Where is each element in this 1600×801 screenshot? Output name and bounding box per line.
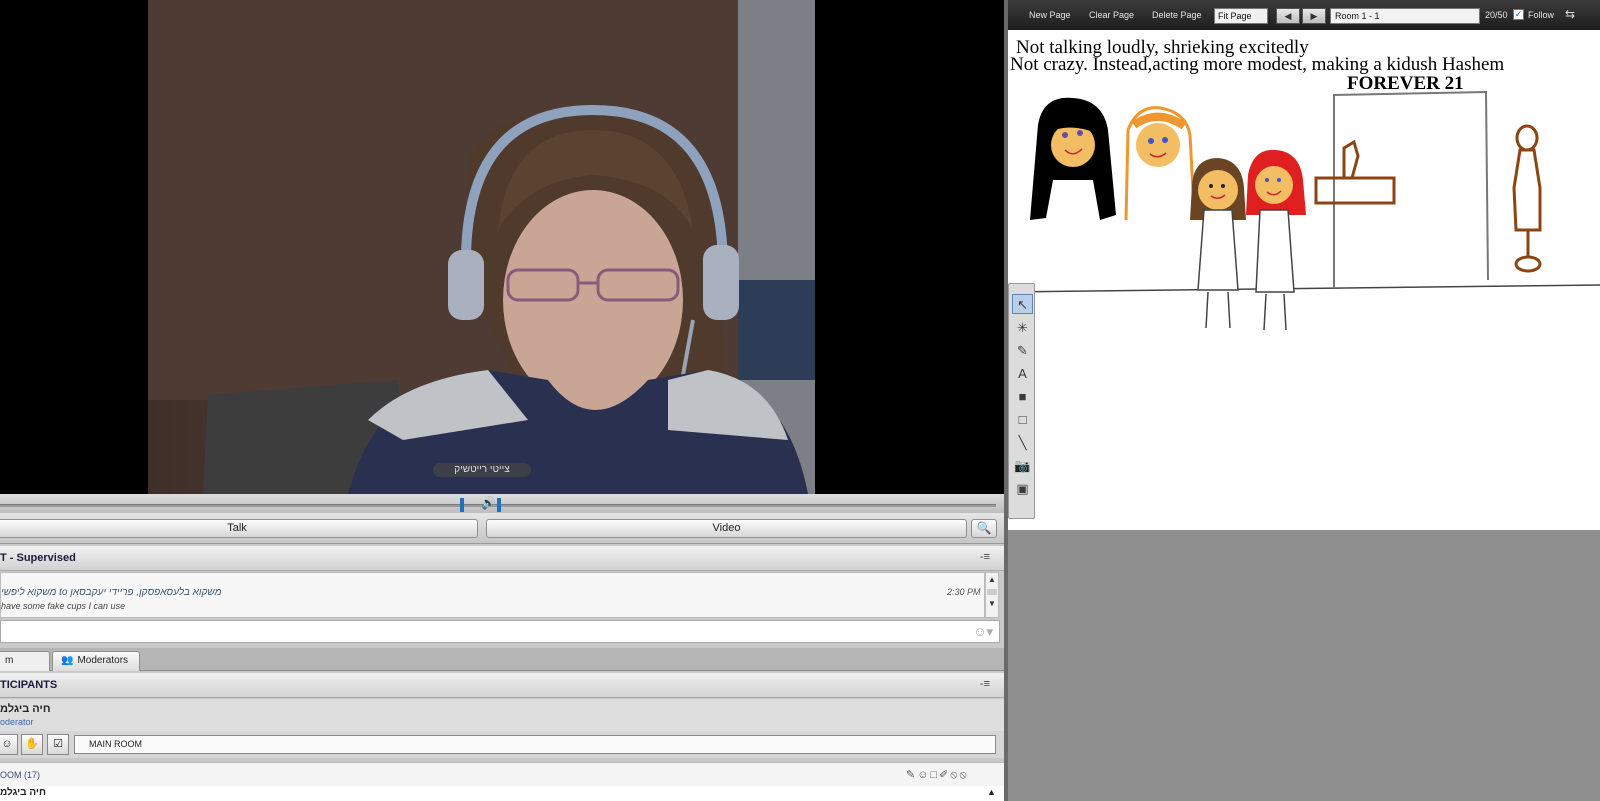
line-tool-icon[interactable]: ╲	[1012, 433, 1033, 453]
image-tool-icon[interactable]: ▣	[1012, 479, 1033, 499]
tab-moderators-label: Moderators	[77, 655, 129, 666]
chat-message-time: 2:30 PM	[947, 587, 981, 597]
scroll-thumb[interactable]	[987, 589, 997, 595]
whiteboard-drawing	[1008, 90, 1600, 331]
hand-raise-icon[interactable]: ✋	[21, 734, 43, 755]
participants-header: TICIPANTS -≡	[0, 673, 1004, 698]
participants-title: TICIPANTS	[0, 679, 58, 691]
current-user-name: חיה ביגלמ	[0, 703, 51, 715]
whiteboard-canvas[interactable]: Not talking loudly, shrieking excitedly …	[1008, 30, 1600, 530]
whiteboard-tool-palette: ↖ ✳ ✎ A ■ □ ╲ 📷 ▣	[1008, 283, 1035, 519]
speaker-icon: 🔊	[481, 496, 496, 510]
delete-page-button[interactable]: Delete Page	[1152, 10, 1202, 20]
chat-input[interactable]: ☺▾	[0, 620, 1000, 643]
chat-message-sender: משקוא בלעסאפסקן, פריידי יעקבסאן to משקוא…	[1, 587, 222, 598]
rectangle-tool-icon[interactable]: □	[1012, 410, 1033, 430]
whiteboard-toolbar: New Page Clear Page Delete Page Fit Page…	[1008, 0, 1600, 30]
webcam-name-label: צייטי רייטשיק	[433, 463, 531, 477]
webcam-feed: צייטי רייטשיק	[148, 0, 815, 494]
chat-panel-header: T - Supervised -≡	[0, 546, 1004, 571]
emoji-icon[interactable]: ☺▾	[973, 624, 993, 640]
chat-title: T - Supervised	[0, 552, 76, 564]
follow-checkbox[interactable]: ✓	[1513, 9, 1524, 20]
sync-icon[interactable]: ⇆	[1565, 7, 1575, 21]
video-area: צייטי רייטשיק	[0, 0, 1004, 494]
status-icon[interactable]: ☺	[0, 734, 18, 755]
tab-moderators[interactable]: 👥 Moderators	[52, 651, 140, 671]
volume-handle[interactable]	[497, 498, 501, 512]
clear-page-button[interactable]: Clear Page	[1089, 10, 1134, 20]
chat-log: משקוא בלעסאפסקן, פריידי יעקבסאן to משקוא…	[0, 572, 985, 618]
fit-page-select[interactable]: Fit Page	[1214, 8, 1268, 24]
new-page-button[interactable]: New Page	[1029, 10, 1071, 20]
participant-name: חיה ביגלמ	[0, 787, 46, 798]
panel-menu-icon[interactable]: -≡	[980, 678, 990, 690]
volume-bar: 🔊	[0, 494, 1004, 513]
talk-button[interactable]: Talk	[0, 519, 478, 538]
checkbox-icon[interactable]: ☑	[47, 734, 69, 755]
participant-toolbar: ☺ ✋ ☑ MAIN ROOM	[0, 731, 1004, 758]
text-tool-icon[interactable]: A	[1012, 364, 1033, 384]
av-buttons-row: Talk Video 🔍	[0, 513, 1004, 544]
video-button[interactable]: Video	[486, 519, 967, 538]
whiteboard-room-select[interactable]: Room 1 - 1	[1330, 8, 1480, 24]
tab-room[interactable]: m	[0, 651, 50, 671]
current-user: חיה ביגלמ oderator	[0, 699, 1004, 731]
fill-shape-tool-icon[interactable]: ■	[1012, 387, 1033, 407]
scroll-up-icon[interactable]: ▲	[986, 573, 998, 587]
webcam-image	[148, 0, 815, 494]
room-count: OOM (17)	[0, 770, 41, 780]
next-page-button[interactable]: ▶	[1302, 8, 1326, 24]
chat-message-text: have some fake cups I can use	[1, 601, 126, 611]
participant-row[interactable]: חיה ביגלמ ▲	[0, 786, 1004, 801]
magnify-icon[interactable]: 🔍	[971, 519, 997, 538]
participant-tabs: m 👥 Moderators	[0, 648, 1004, 671]
left-panel: צייטי רייטשיק 🔊 Talk Video 🔍 T - Supervi…	[0, 0, 1004, 801]
select-tool-icon[interactable]: ↖	[1012, 294, 1033, 314]
chat-scrollbar[interactable]: ▲ ▼	[985, 572, 999, 618]
pencil-tool-icon[interactable]: ✎	[1012, 341, 1033, 361]
whiteboard-empty-area	[1008, 530, 1600, 801]
room-list-header: OOM (17) ✎☺□✐⦸⦸	[0, 762, 1004, 786]
scroll-down-icon[interactable]: ▼	[986, 597, 998, 611]
user-icon: 👥	[61, 655, 74, 666]
laser-tool-icon[interactable]: ✳	[1012, 318, 1033, 338]
page-count: 20/50	[1485, 10, 1508, 20]
mic-level-handle[interactable]	[460, 498, 464, 512]
camera-tool-icon[interactable]: 📷	[1012, 456, 1033, 476]
scroll-up-icon[interactable]: ▲	[987, 787, 996, 797]
prev-page-button[interactable]: ◀	[1276, 8, 1300, 24]
follow-label: Follow	[1528, 10, 1555, 20]
room-select[interactable]: MAIN ROOM	[74, 735, 996, 754]
panel-menu-icon[interactable]: -≡	[980, 551, 990, 563]
current-user-role: oderator	[0, 717, 34, 727]
room-status-icons: ✎☺□✐⦸⦸	[906, 769, 969, 781]
